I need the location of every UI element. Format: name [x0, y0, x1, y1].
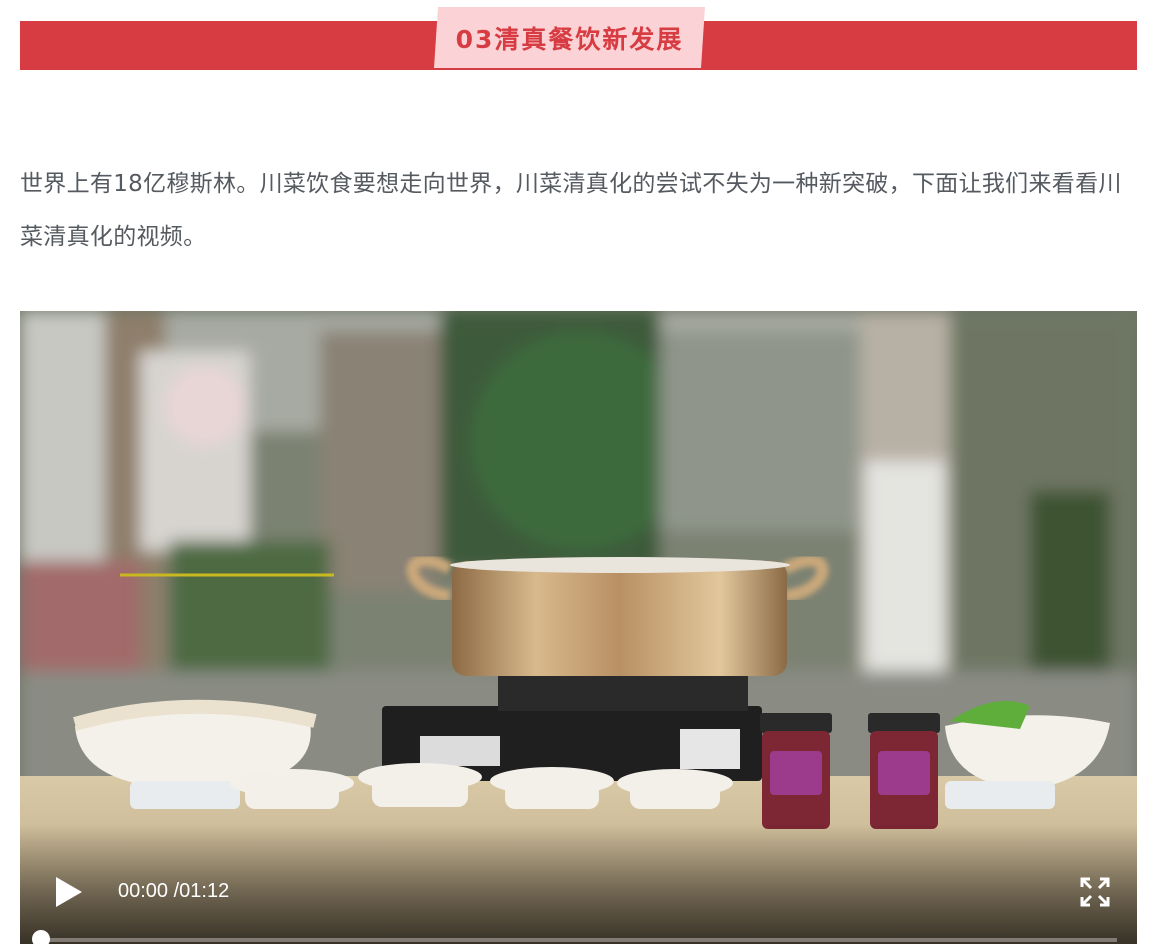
play-icon — [56, 877, 82, 907]
progress-bar[interactable] — [40, 938, 1117, 942]
section-title: 03清真餐饮新发展 — [455, 24, 684, 54]
article-paragraph: 世界上有18亿穆斯林。川菜饮食要想走向世界，川菜清真化的尝试不失为一种新突破，下… — [20, 171, 1122, 250]
fullscreen-button[interactable] — [1079, 876, 1111, 908]
fullscreen-icon — [1080, 877, 1110, 907]
video-time: 00:00 /01:12 — [118, 880, 229, 903]
video-player[interactable]: 00:00 /01:12 — [20, 311, 1137, 944]
duration: /01:12 — [173, 880, 230, 902]
play-button[interactable] — [50, 874, 86, 910]
progress-handle[interactable] — [32, 930, 50, 944]
section-title-tag: 03清真餐饮新发展 — [434, 7, 705, 68]
current-time: 00:00 — [118, 880, 169, 902]
